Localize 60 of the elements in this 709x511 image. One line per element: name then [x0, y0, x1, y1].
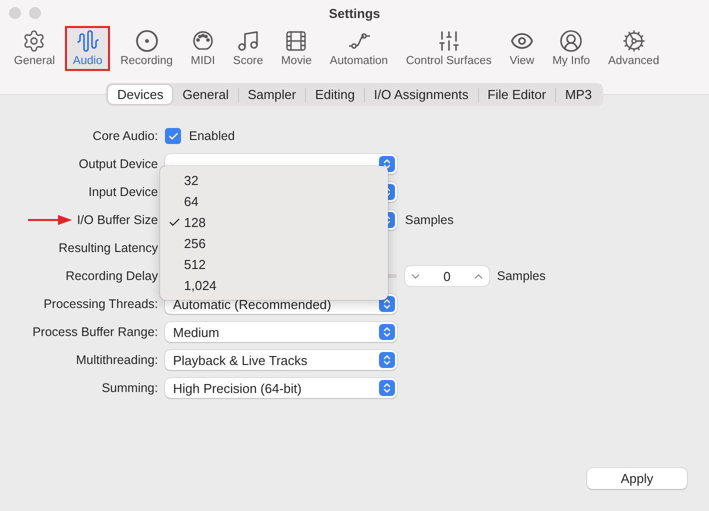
settings-icon — [22, 29, 46, 53]
apply-button[interactable]: Apply — [587, 468, 687, 489]
field-label: I/O Buffer Size — [76, 213, 158, 227]
field-label: Output Device — [78, 157, 158, 171]
field-label: Resulting Latency — [58, 241, 158, 255]
popup-menu[interactable]: High Precision (64-bit) — [165, 378, 397, 398]
toolbar-item[interactable]: MIDI — [182, 26, 224, 71]
checkmark-icon — [168, 216, 181, 229]
field-label: Recording Delay — [66, 269, 158, 283]
chevrons-icon — [381, 326, 393, 338]
menu-item[interactable]: 128 — [160, 212, 388, 233]
toolbar-item[interactable]: Advanced — [600, 26, 668, 71]
toolbar-item[interactable]: Recording — [112, 26, 181, 71]
chevrons-icon — [381, 158, 393, 170]
music-notes-icon — [236, 29, 260, 53]
units-label: Samples — [497, 269, 546, 283]
midi-port-icon — [190, 29, 215, 53]
field-label: Multithreading: — [76, 353, 158, 367]
menu-item[interactable]: 1,024 — [160, 275, 388, 296]
sliders-icon — [436, 29, 461, 53]
tab[interactable]: Editing — [306, 85, 364, 104]
stepper-field[interactable]: 0 — [405, 266, 489, 286]
menu-item[interactable]: 64 — [160, 191, 388, 212]
toolbar-item[interactable]: Control Surfaces — [398, 26, 500, 71]
record-icon — [134, 29, 159, 53]
toolbar-item[interactable]: Score — [225, 26, 272, 71]
toolbar-item[interactable]: General — [6, 26, 63, 71]
popup-menu[interactable]: Medium — [165, 322, 397, 342]
checkmark-icon — [168, 130, 178, 142]
waveform-icon — [76, 29, 100, 53]
field-label: Core Audio: — [92, 129, 158, 143]
field-label: Processing Threads: — [44, 297, 158, 311]
toolbar-item[interactable]: My Info — [544, 26, 598, 71]
units-label: Samples — [405, 213, 454, 227]
user-icon — [559, 29, 584, 53]
toolbar-item[interactable]: Movie — [273, 26, 320, 71]
tab[interactable]: Devices — [108, 85, 172, 104]
menu-item[interactable]: 256 — [160, 233, 388, 254]
film-icon — [284, 29, 308, 53]
field-label: Process Buffer Range: — [32, 325, 158, 339]
checkbox-label: Enabled — [189, 129, 235, 143]
toolbar-item[interactable]: View — [502, 26, 542, 71]
tab[interactable]: I/O Assignments — [364, 85, 478, 104]
chevrons-icon — [381, 382, 393, 394]
toolbar-item[interactable]: Audio — [64, 26, 110, 71]
tab[interactable]: Sampler — [238, 85, 306, 104]
window-title: Settings — [328, 6, 380, 20]
chevrons-icon — [381, 298, 393, 310]
field-label: Summing: — [102, 381, 158, 395]
tab[interactable]: General — [173, 85, 238, 104]
tab[interactable]: MP3 — [556, 85, 601, 104]
menu-item[interactable]: 32 — [160, 170, 388, 191]
toolbar-item[interactable]: Automation — [322, 26, 396, 71]
tab[interactable]: File Editor — [478, 85, 556, 104]
gears-icon — [622, 29, 646, 53]
field-label: Input Device — [88, 185, 158, 199]
checkbox[interactable] — [165, 128, 181, 144]
chevrons-icon — [381, 354, 393, 366]
popup-menu[interactable]: Playback & Live Tracks — [165, 350, 397, 370]
menu-item[interactable]: 512 — [160, 254, 388, 275]
